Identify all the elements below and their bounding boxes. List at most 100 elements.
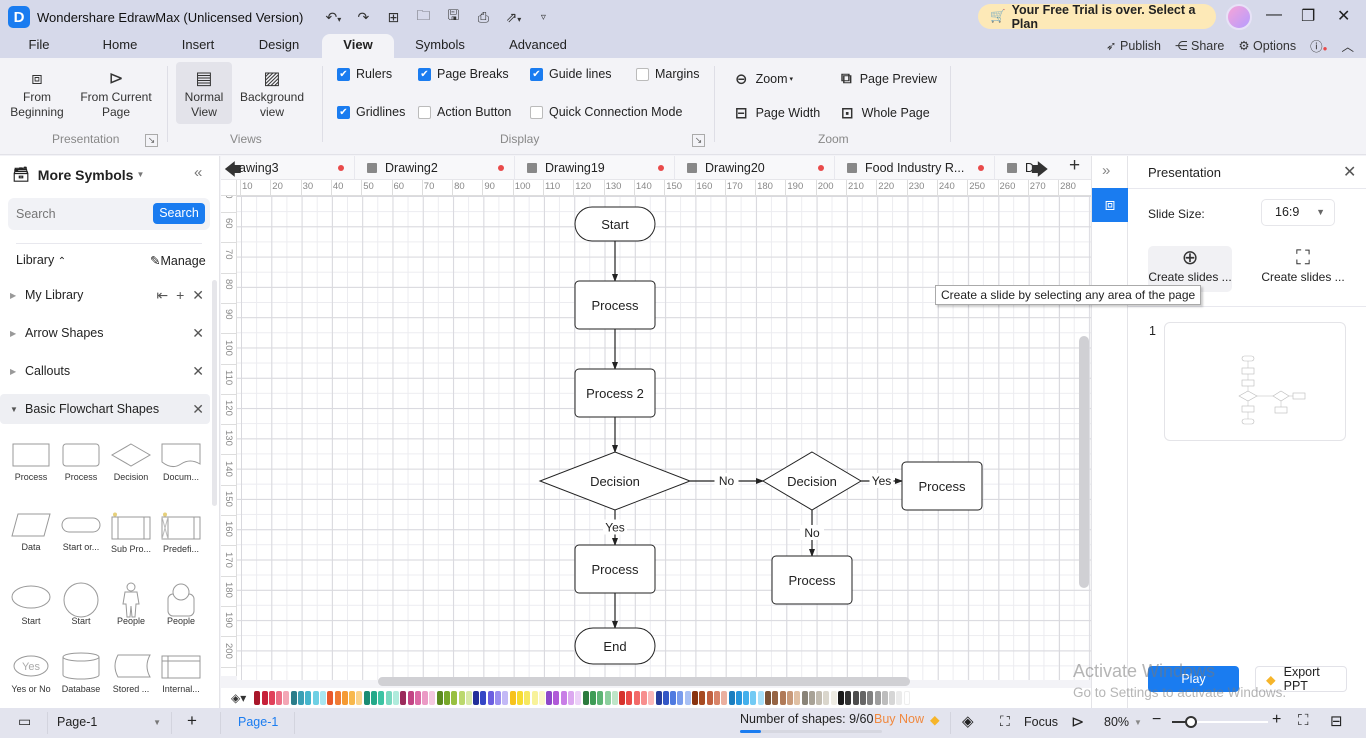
buy-now-link[interactable]: Buy Now [874,712,924,726]
color-swatch[interactable] [859,691,866,705]
color-swatch[interactable] [706,691,713,705]
import-icon[interactable]: ⇤ [156,287,168,304]
color-swatch[interactable] [305,691,312,705]
color-swatch[interactable] [845,691,852,705]
color-swatch[interactable] [254,691,261,705]
color-swatch[interactable] [356,691,363,705]
color-swatch[interactable] [560,691,567,705]
doc-tab[interactable]: Drawing2 [355,156,515,180]
shape-start-or-end[interactable]: Start or... [56,512,106,582]
minimize-button[interactable]: — [1266,6,1282,24]
color-swatch[interactable] [641,691,647,705]
color-swatch[interactable] [677,691,684,705]
color-swatch[interactable] [414,691,421,705]
color-swatch[interactable] [903,691,910,705]
library-item-basic-flowchart-shapes[interactable]: ▼ Basic Flowchart Shapes ✕ [0,394,210,424]
page-breaks-checkbox[interactable]: ✔ Page Breaks [418,67,509,81]
color-swatch[interactable] [290,691,297,705]
presentation-panel-icon[interactable]: ⧈ [1092,188,1128,222]
shape-decision[interactable]: Decision [106,442,156,512]
fit-width-icon[interactable]: ⊟ [1330,712,1343,730]
panel-scrollbar[interactable] [212,280,217,506]
color-swatch[interactable] [743,691,750,705]
color-swatch[interactable] [312,691,319,705]
zoom-out-icon[interactable]: − [1152,711,1161,729]
print-icon[interactable]: ⎙ [475,9,491,26]
quick-connection-mode-checkbox[interactable]: Quick Connection Mode [530,105,682,119]
color-swatch[interactable] [889,691,896,705]
export-icon[interactable]: ⇗▾ [505,9,522,26]
color-swatch[interactable] [655,691,662,705]
save-icon[interactable]: 🖫 [445,5,461,29]
action-button-checkbox[interactable]: Action Button [418,105,511,119]
guide-lines-checkbox[interactable]: ✔ Guide lines [530,67,612,81]
shape-start-ellipse[interactable]: Start [6,582,56,652]
color-swatch[interactable] [531,691,538,705]
color-swatch[interactable] [487,691,494,705]
color-swatch[interactable] [327,691,334,705]
undo-icon[interactable]: ↶▾ [325,9,342,26]
color-swatch[interactable] [823,691,830,705]
color-swatch[interactable] [852,691,859,705]
user-avatar[interactable] [1226,4,1252,30]
color-swatch[interactable] [779,691,786,705]
redo-icon[interactable]: ↷ [355,9,371,26]
play-button[interactable]: Play [1148,666,1239,692]
library-item-arrow-shapes[interactable]: ▶ Arrow Shapes ✕ [0,318,210,348]
color-swatch[interactable] [604,691,611,705]
search-button[interactable]: Search [153,203,205,224]
help-icon[interactable]: ⓘ● [1310,36,1327,55]
slide-thumbnail[interactable] [1164,322,1346,441]
focus-button[interactable]: Focus [1024,715,1058,729]
from-current-page-button[interactable]: ⊳ From Current Page [76,66,156,120]
tab-insert[interactable]: Insert [172,34,224,58]
zoom-level[interactable]: 80% [1104,715,1129,729]
doc-tab[interactable]: Drawing19 [515,156,675,180]
drawing-canvas[interactable]: No Yes No Yes Start Process Process 2 Decision D… [237,196,1091,680]
manage-button[interactable]: ✎Manage [150,253,206,268]
color-swatch[interactable] [429,691,436,705]
color-swatch[interactable] [662,691,669,705]
color-swatch[interactable] [422,691,429,705]
color-swatch[interactable] [363,691,370,705]
color-swatch[interactable] [341,691,348,705]
color-swatch[interactable] [589,691,596,705]
color-swatch[interactable] [392,691,399,705]
color-swatch[interactable] [626,691,633,705]
close-icon[interactable]: ✕ [192,401,204,418]
color-swatch[interactable] [830,691,837,705]
color-swatch[interactable] [794,691,801,705]
margins-checkbox[interactable]: Margins [636,67,699,81]
options-button[interactable]: ⚙ Options [1238,38,1296,53]
share-button[interactable]: ⋲ Share [1175,38,1224,53]
shape-process-rounded[interactable]: Process [56,442,106,512]
page-tab[interactable]: Page-1 [238,715,278,729]
page-panel-toggle-icon[interactable]: ▭ [18,713,31,730]
color-swatch[interactable] [597,691,604,705]
doc-tab[interactable]: Drawing20 [675,156,835,180]
color-swatch[interactable] [451,691,458,705]
trial-banner[interactable]: 🛒 Your Free Trial is over. Select a Plan [978,3,1216,31]
color-swatch[interactable] [283,691,290,705]
color-swatch[interactable] [480,691,487,705]
page-selector[interactable]: Page-1 ▼ [57,715,161,729]
restore-button[interactable]: ❐ [1301,6,1315,26]
color-swatch[interactable] [684,691,691,705]
close-icon[interactable]: ✕ [1343,162,1356,182]
color-swatch[interactable] [400,691,407,705]
color-swatch[interactable] [378,691,385,705]
color-swatch[interactable] [582,691,589,705]
color-swatch[interactable] [473,691,480,705]
open-folder-icon[interactable]: 🗀 [415,5,431,29]
color-swatch[interactable] [619,691,626,705]
collapse-panel-icon[interactable]: « [194,164,202,181]
page-width-button[interactable]: ⊟ Page Width [735,104,820,122]
color-swatch[interactable] [728,691,735,705]
color-swatch[interactable] [385,691,392,705]
page-preview-button[interactable]: ⧉ Page Preview [841,70,937,87]
color-swatch[interactable] [349,691,356,705]
color-swatch[interactable] [509,691,516,705]
color-swatch[interactable] [575,691,582,705]
shape-document[interactable]: Docum... [156,442,206,512]
add-icon[interactable]: + [176,287,184,304]
